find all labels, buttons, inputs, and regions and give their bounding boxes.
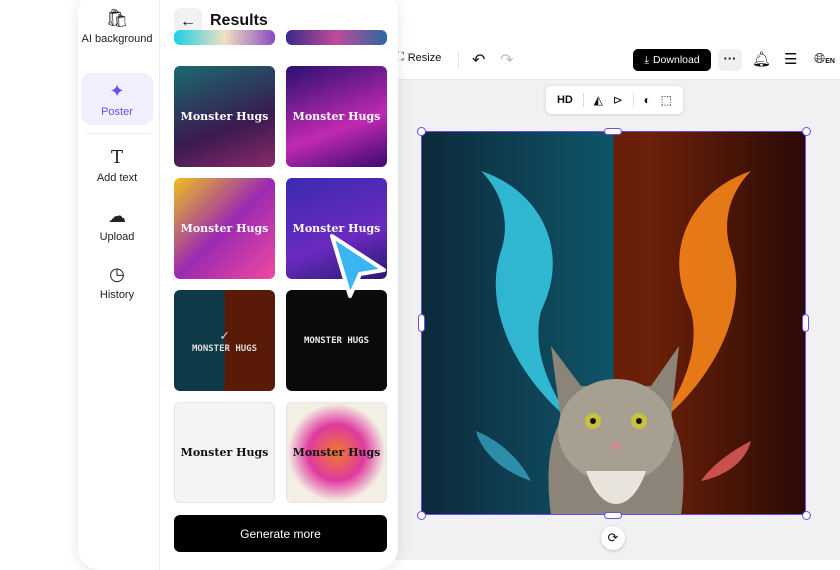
divider [632, 93, 634, 107]
undo-icon[interactable]: ↶ [472, 50, 485, 70]
generate-more-button[interactable]: Generate more [174, 515, 387, 552]
thumbnail-partial[interactable] [286, 30, 387, 45]
thumbnail[interactable]: MONSTER HUGS [286, 290, 387, 391]
thumbnail-text: Monster Hugs [292, 446, 381, 459]
resize-handle-sw[interactable] [417, 511, 426, 520]
crop-focus-icon[interactable]: ⬚ [661, 93, 672, 107]
thumbnail-selected[interactable]: ✓ MONSTER HUGS [174, 290, 275, 391]
thumbnail[interactable]: Monster Hugs [286, 66, 387, 167]
check-icon: ✓ [220, 327, 229, 344]
bag-icon: 🛍︎ [105, 8, 129, 28]
text-icon: T [110, 147, 123, 168]
resize-handle-e[interactable] [802, 314, 809, 332]
resize-button[interactable]: ⛶ Resize [396, 51, 441, 64]
resize-handle-ne[interactable] [802, 127, 811, 136]
resize-label: Resize [407, 51, 442, 64]
thumbnail-partial[interactable] [174, 30, 275, 45]
language-label: EN [825, 58, 835, 65]
thumbnail-text: Monster Hugs [292, 110, 381, 123]
thumbnail-text: Monster Hugs [180, 110, 269, 123]
sidebar-item-upload[interactable]: ☁ Upload [81, 206, 153, 243]
page-title: Results [210, 12, 268, 29]
selection-box[interactable] [421, 131, 806, 515]
resize-handle-n[interactable] [604, 128, 622, 135]
divider [582, 93, 584, 107]
resize-handle-se[interactable] [802, 511, 811, 520]
thumbnail-text: Monster Hugs [180, 222, 269, 235]
download-button[interactable]: ⤓ Download [633, 49, 711, 71]
resize-handle-nw[interactable] [417, 127, 426, 136]
top-toolbar: ⛶ Resize ↶ ↷ ⤓ Download ··· 🔔︎ ☰ 🌐︎EN [388, 40, 840, 80]
resize-handle-w[interactable] [418, 314, 425, 332]
sidebar-item-label: Poster [101, 106, 133, 118]
sidebar-item-label: History [99, 289, 135, 301]
thumbnail[interactable]: Monster Hugs [286, 402, 387, 503]
sidebar-item-add-text[interactable]: T Add text [81, 147, 153, 184]
sidebar-item-history[interactable]: ◷ History [81, 264, 153, 301]
thumbnail[interactable]: Monster Hugs [174, 66, 275, 167]
redo-icon[interactable]: ↷ [500, 50, 513, 70]
editor-area: ⛶ Resize ↶ ↷ ⤓ Download ··· 🔔︎ ☰ 🌐︎EN HD ◭… [388, 40, 840, 560]
sidebar: 🛍︎ AI background ✦ Poster T Add text ☁ Uploa… [78, 0, 160, 570]
flip-horizontal-icon[interactable]: ◭ [594, 93, 603, 107]
layers-icon[interactable]: ☰ [784, 50, 797, 68]
divider [458, 53, 459, 67]
download-icon: ⤓ [644, 53, 649, 66]
sidebar-item-label: AI background [81, 33, 153, 45]
bell-icon[interactable]: 🔔︎ [752, 50, 771, 68]
download-label: Download [652, 54, 700, 66]
upload-cloud-icon: ☁ [108, 206, 126, 226]
flip-vertical-icon[interactable]: ⊳ [613, 93, 623, 107]
cursor-arrow-icon [330, 234, 386, 298]
sidebar-item-poster[interactable]: ✦ Poster [81, 73, 153, 125]
sidebar-item-ai-background[interactable]: 🛍︎ AI background [81, 8, 153, 45]
image-tools-bar: HD ◭ ⊳ ◐ ⬚ [546, 86, 683, 114]
thumbnail-text: MONSTER HUGS [191, 343, 258, 354]
poster-icon: ✦ [109, 81, 125, 101]
opacity-icon[interactable]: ◐ [644, 93, 651, 107]
divider [86, 133, 150, 134]
hd-button[interactable]: HD [557, 94, 573, 106]
clock-icon: ◷ [109, 264, 125, 284]
thumbnail[interactable]: Monster Hugs [174, 178, 275, 279]
sidebar-item-label: Add text [96, 172, 138, 184]
language-button[interactable]: 🌐︎EN [814, 50, 835, 67]
thumbnail[interactable]: Monster Hugs [174, 402, 275, 503]
thumbnail-text: MONSTER HUGS [303, 335, 370, 346]
sidebar-item-label: Upload [99, 231, 135, 243]
thumbnail-text: Monster Hugs [180, 446, 269, 459]
rotate-button[interactable]: ⟳ [601, 526, 625, 550]
more-options-button[interactable]: ··· [718, 49, 742, 71]
resize-handle-s[interactable] [604, 512, 622, 519]
